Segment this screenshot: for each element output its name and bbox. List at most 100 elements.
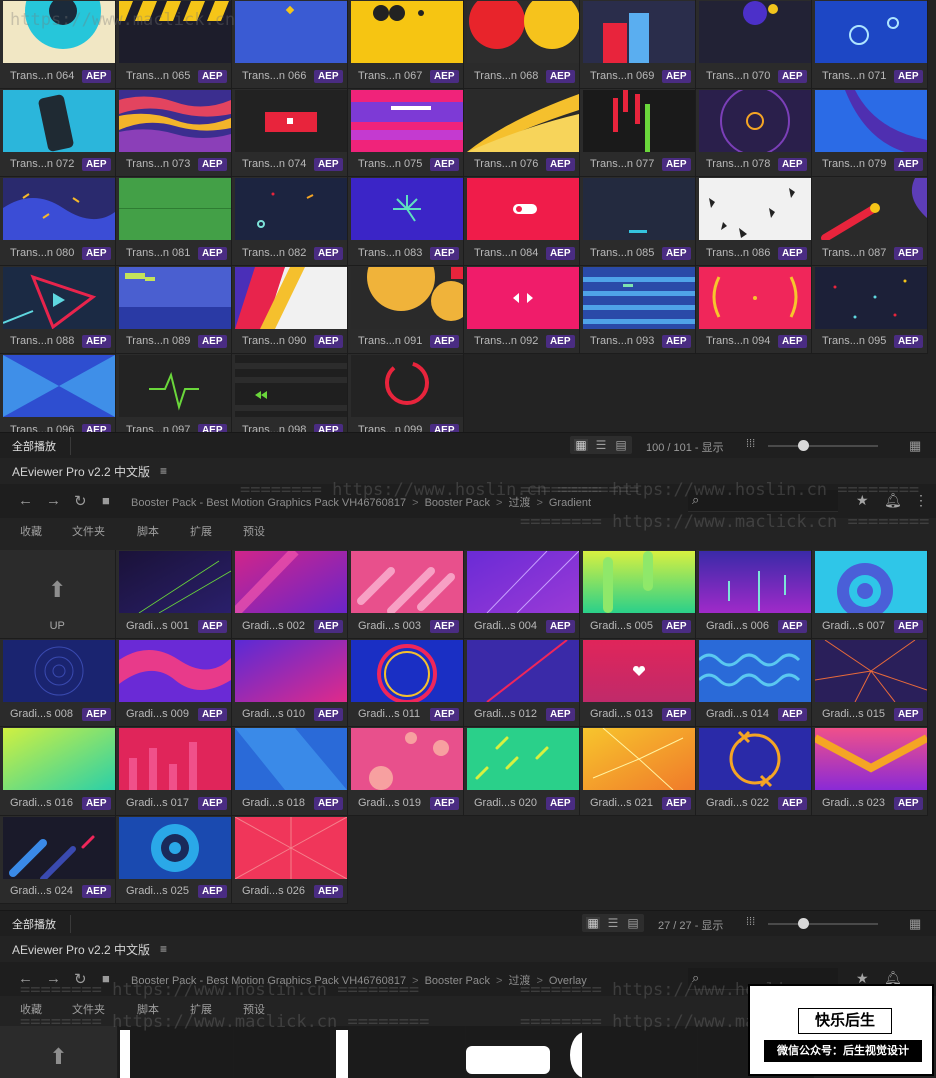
- list-view-icon[interactable]: ☰: [606, 917, 620, 929]
- back-arrow-icon[interactable]: ←: [18, 970, 33, 987]
- thumbnail-card[interactable]: Gradi...s 001 AEP: [116, 550, 232, 639]
- thumbnail[interactable]: [582, 1026, 698, 1078]
- thumbnail-card[interactable]: Gradi...s 025 AEP: [116, 815, 232, 905]
- list-view-icon[interactable]: ☰: [594, 439, 608, 451]
- thumbnail-card[interactable]: Trans...n 084 AEP: [464, 177, 580, 266]
- detail-view-icon[interactable]: ▤: [614, 439, 628, 451]
- thumbnail-card[interactable]: Gradi...s 018 AEP: [232, 727, 348, 816]
- thumbnail-card[interactable]: Trans...n 066 AEP: [232, 0, 348, 89]
- slider-knob[interactable]: [798, 440, 809, 451]
- breadcrumb-item[interactable]: Booster Pack - Best Motion Graphics Pack…: [131, 497, 406, 509]
- thumbnail-card[interactable]: Trans...n 092 AEP: [464, 265, 580, 355]
- thumbnail-card[interactable]: Trans...n 076 AEP: [464, 88, 580, 178]
- breadcrumb-item[interactable]: 过渡: [508, 497, 530, 509]
- refresh-icon[interactable]: ↻: [74, 492, 87, 510]
- hamburger-menu-icon[interactable]: ≡: [160, 464, 167, 478]
- tab-scripts[interactable]: 脚本: [137, 1001, 159, 1017]
- thumbnail-card[interactable]: Gradi...s 008 AEP: [0, 638, 116, 728]
- breadcrumb-item[interactable]: Booster Pack: [425, 497, 490, 509]
- thumbnail-card[interactable]: Trans...n 070 AEP: [696, 0, 812, 89]
- thumbnail-card[interactable]: Trans...n 094 AEP: [696, 265, 812, 355]
- thumbnail-card[interactable]: Gradi...s 026 AEP: [232, 815, 348, 905]
- thumbnail-size-slider[interactable]: [768, 440, 878, 451]
- grid-view-icon[interactable]: ▦: [586, 917, 600, 929]
- thumbnail-card[interactable]: Trans...n 071 AEP: [812, 0, 928, 89]
- thumbnail-card[interactable]: Trans...n 078 AEP: [696, 88, 812, 178]
- thumbnail-card[interactable]: Gradi...s 012 AEP: [464, 638, 580, 728]
- thumbnail-card[interactable]: Trans...n 073 AEP: [116, 88, 232, 178]
- thumbnail-card[interactable]: Gradi...s 007 AEP: [812, 550, 928, 639]
- thumbnail-card[interactable]: Gradi...s 009 AEP: [116, 638, 232, 728]
- thumbnail-card[interactable]: Trans...n 067 AEP: [348, 0, 464, 89]
- thumbnail-size-slider[interactable]: [768, 918, 878, 929]
- thumbnail-card[interactable]: Gradi...s 014 AEP: [696, 638, 812, 728]
- thumbnail-card[interactable]: Gradi...s 006 AEP: [696, 550, 812, 639]
- more-options-icon[interactable]: ⋮: [914, 492, 928, 509]
- thumbnail-card[interactable]: Trans...n 065 AEP: [116, 0, 232, 89]
- folder-icon[interactable]: ■: [102, 971, 110, 986]
- tab-favorites[interactable]: 收藏: [20, 523, 42, 539]
- thumbnail-card[interactable]: Trans...n 099 AEP: [348, 354, 464, 443]
- thumbnail-card[interactable]: Trans...n 096 AEP: [0, 354, 116, 443]
- grid-view-icon[interactable]: ▦: [574, 439, 588, 451]
- thumbnail-card[interactable]: Trans...n 064 AEP: [0, 0, 116, 89]
- thumbnail-card[interactable]: Gradi...s 019 AEP: [348, 727, 464, 816]
- thumbnail-card[interactable]: Gradi...s 022 AEP: [696, 727, 812, 816]
- thumbnail-card[interactable]: Gradi...s 016 AEP: [0, 727, 116, 816]
- thumbnail-card[interactable]: Gradi...s 011 AEP: [348, 638, 464, 728]
- thumbnail-card[interactable]: Trans...n 075 AEP: [348, 88, 464, 178]
- forward-arrow-icon[interactable]: →: [46, 970, 61, 987]
- thumbnail-card[interactable]: Gradi...s 024 AEP: [0, 815, 116, 905]
- tab-folders[interactable]: 文件夹: [72, 1001, 105, 1017]
- thumbnail-card[interactable]: Trans...n 082 AEP: [232, 177, 348, 266]
- thumbnail-card[interactable]: Trans...n 087 AEP: [812, 177, 928, 266]
- thumbnail-card[interactable]: Trans...n 085 AEP: [580, 177, 696, 266]
- thumbnail-card[interactable]: Gradi...s 020 AEP: [464, 727, 580, 816]
- thumbnail-card[interactable]: Trans...n 069 AEP: [580, 0, 696, 89]
- large-grid-icon[interactable]: ▦: [909, 916, 921, 932]
- thumbnail-card[interactable]: Trans...n 097 AEP: [116, 354, 232, 443]
- thumbnail-card[interactable]: Trans...n 095 AEP: [812, 265, 928, 355]
- up-folder-button[interactable]: ⬆: [0, 1026, 118, 1078]
- thumbnail-card[interactable]: Trans...n 091 AEP: [348, 265, 464, 355]
- thumbnail-card[interactable]: Trans...n 083 AEP: [348, 177, 464, 266]
- thumbnail-card[interactable]: Gradi...s 004 AEP: [464, 550, 580, 639]
- thumbnail-card[interactable]: Gradi...s 002 AEP: [232, 550, 348, 639]
- breadcrumb-item[interactable]: Gradient: [549, 497, 591, 509]
- tab-favorites[interactable]: 收藏: [20, 1001, 42, 1017]
- tab-scripts[interactable]: 脚本: [137, 523, 159, 539]
- forward-arrow-icon[interactable]: →: [46, 492, 61, 509]
- play-all-button[interactable]: 全部播放: [12, 438, 56, 454]
- large-grid-icon[interactable]: ▦: [909, 438, 921, 454]
- detail-view-icon[interactable]: ▤: [626, 917, 640, 929]
- thumbnail[interactable]: [466, 1026, 600, 1078]
- tab-presets[interactable]: 预设: [243, 523, 265, 539]
- thumbnail-card[interactable]: Trans...n 089 AEP: [116, 265, 232, 355]
- thumbnail-card[interactable]: Trans...n 081 AEP: [116, 177, 232, 266]
- thumbnail-card[interactable]: Gradi...s 005 AEP: [580, 550, 696, 639]
- refresh-icon[interactable]: ↻: [74, 970, 87, 988]
- thumbnail-card[interactable]: Gradi...s 017 AEP: [116, 727, 232, 816]
- tab-extensions[interactable]: 扩展: [190, 523, 212, 539]
- small-grid-icon[interactable]: ⁞⁞⁞: [746, 438, 755, 450]
- breadcrumb-item[interactable]: 过渡: [508, 975, 530, 987]
- slider-knob[interactable]: [798, 918, 809, 929]
- play-all-button[interactable]: 全部播放: [12, 916, 56, 932]
- thumbnail-card[interactable]: Trans...n 072 AEP: [0, 88, 116, 178]
- thumbnail[interactable]: [336, 1026, 466, 1078]
- thumbnail-card[interactable]: Trans...n 088 AEP: [0, 265, 116, 355]
- star-icon[interactable]: ★: [856, 492, 869, 509]
- thumbnail-card[interactable]: Trans...n 080 AEP: [0, 177, 116, 266]
- thumbnail-card[interactable]: Trans...n 093 AEP: [580, 265, 696, 355]
- thumbnail-card[interactable]: Trans...n 077 AEP: [580, 88, 696, 178]
- thumbnail-card[interactable]: Trans...n 068 AEP: [464, 0, 580, 89]
- back-arrow-icon[interactable]: ←: [18, 492, 33, 509]
- thumbnail[interactable]: [234, 1026, 350, 1078]
- folder-icon[interactable]: ■: [102, 493, 110, 508]
- search-input[interactable]: ⌕: [688, 490, 838, 512]
- thumbnail-card[interactable]: Gradi...s 015 AEP: [812, 638, 928, 728]
- breadcrumb-item[interactable]: Booster Pack: [425, 975, 490, 987]
- thumbnail-card[interactable]: Trans...n 086 AEP: [696, 177, 812, 266]
- tab-extensions[interactable]: 扩展: [190, 1001, 212, 1017]
- thumbnail-card[interactable]: Trans...n 074 AEP: [232, 88, 348, 178]
